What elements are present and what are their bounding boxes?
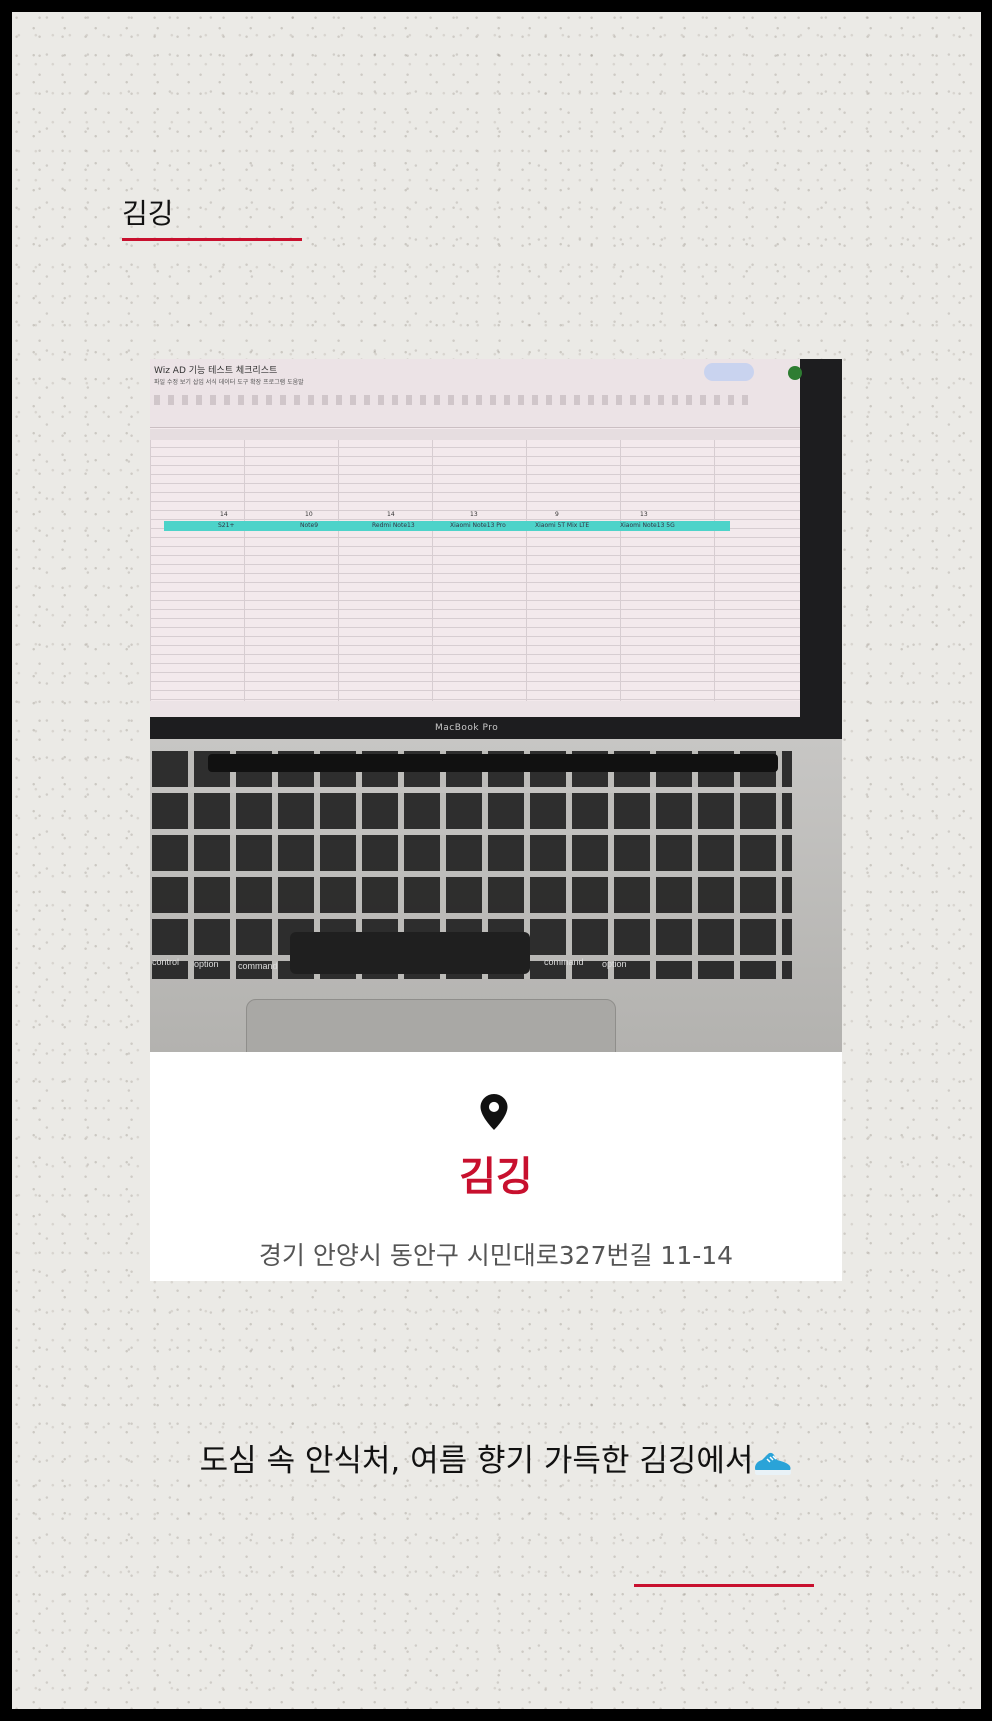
key-command-right: command [544,957,584,967]
spreadsheet-screen: Wiz AD 기능 테스트 체크리스트 파일 수정 보기 삽입 서식 데이터 도… [150,359,802,717]
page-frame: 김깅 Wiz AD 기능 테스트 체크리스트 파일 수정 보기 삽입 서식 데이… [12,12,981,1709]
key-option-right: option [602,959,627,969]
touch-bar [208,754,778,772]
sheet-cell: Redmi Note13 [372,522,415,529]
laptop-screen-bezel: Wiz AD 기능 테스트 체크리스트 파일 수정 보기 삽입 서식 데이터 도… [150,359,842,739]
sheet-cell: Xiaomi 5T Mix LTE [535,522,590,529]
trackpad [246,999,616,1052]
share-button [704,363,754,381]
brand-title: 김깅 [122,197,174,230]
sheet-toolbar-icons [154,395,754,405]
location-card: Wiz AD 기능 테스트 체크리스트 파일 수정 보기 삽입 서식 데이터 도… [150,359,842,1281]
sheet-number: 14 [220,511,228,518]
sheet-cell: S21+ [218,522,235,529]
sheet-number: 13 [640,511,648,518]
sheet-grid [150,429,800,704]
accent-line-top [122,238,302,241]
avatar [788,366,802,380]
sheet-number: 9 [555,511,559,518]
laptop-photo: Wiz AD 기능 테스트 체크리스트 파일 수정 보기 삽입 서식 데이터 도… [150,359,842,1052]
tagline: 도심 속 안식처, 여름 향기 가득한 김깅에서 [12,1435,981,1480]
sheet-cell: Xiaomi Note13 Pro [450,522,506,529]
sheet-toolbar: Wiz AD 기능 테스트 체크리스트 파일 수정 보기 삽입 서식 데이터 도… [150,359,802,428]
running-shoe-icon [755,1452,792,1475]
sheet-number: 10 [305,511,313,518]
key-option: option [194,959,219,969]
spacebar [290,932,530,974]
card-address: 경기 안양시 동안구 시민대로327번길 11-14 [258,1241,734,1270]
sheet-column-header [150,429,800,440]
sheet-menu: 파일 수정 보기 삽입 서식 데이터 도구 확장 프로그램 도움말 [154,379,304,386]
sheet-title: Wiz AD 기능 테스트 체크리스트 [154,366,278,376]
key-control: control [152,957,180,967]
tagline-text: 도심 속 안식처, 여름 향기 가득한 김깅에서 [199,1443,754,1479]
sheet-number: 14 [387,511,395,518]
macbook-label: MacBook Pro [435,723,499,733]
accent-line-bottom [634,1584,814,1587]
key-command: command [238,961,278,971]
sheet-tab-bar [150,701,800,717]
sheet-number: 13 [470,511,478,518]
location-pin-icon [480,1094,508,1130]
sheet-cell: Note9 [300,522,319,529]
sheet-cell: Xiaomi Note13 5G [620,522,675,529]
card-title: 김깅 [459,1154,533,1200]
